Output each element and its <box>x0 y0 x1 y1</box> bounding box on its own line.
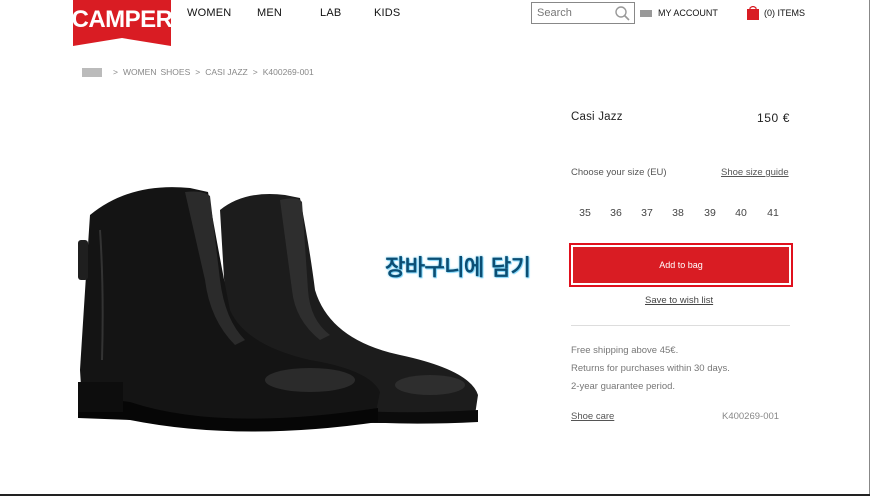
size-option[interactable]: 35 <box>573 207 597 219</box>
add-to-cart-annotation: 장바구니에 담기 <box>385 256 531 281</box>
size-option[interactable]: 41 <box>761 207 785 219</box>
shoe-care-link[interactable]: Shoe care <box>571 411 614 422</box>
product-name: Casi Jazz <box>571 111 623 123</box>
add-to-bag-button[interactable]: Add to bag <box>573 247 789 283</box>
size-option[interactable]: 39 <box>698 207 722 219</box>
breadcrumb-casi-jazz[interactable]: CASI JAZZ <box>205 67 248 77</box>
product-reference: K400269-001 <box>722 411 780 422</box>
product-image <box>78 187 478 432</box>
size-option[interactable]: 40 <box>729 207 753 219</box>
my-account-label: MY ACCOUNT <box>658 8 718 18</box>
guarantee-info: 2-year guarantee period. <box>571 381 676 392</box>
breadcrumb-shoes[interactable]: SHOES <box>161 67 191 77</box>
breadcrumb-separator: > <box>252 67 258 77</box>
breadcrumb-reference: K400269-001 <box>262 67 314 77</box>
account-icon <box>640 9 652 17</box>
search-box <box>531 2 635 24</box>
product-price: 150 € <box>756 111 790 125</box>
divider <box>571 325 790 326</box>
save-to-wishlist-link[interactable]: Save to wish list <box>645 295 713 306</box>
breadcrumb-separator: > <box>195 67 201 77</box>
breadcrumb-separator: > <box>113 67 118 77</box>
breadcrumb-women[interactable]: WOMEN <box>123 67 157 77</box>
size-option[interactable]: 38 <box>666 207 690 219</box>
size-label: Choose your size (EU) <box>571 167 667 178</box>
search-icon[interactable] <box>614 5 631 22</box>
nav-men[interactable]: MEN <box>257 7 282 19</box>
nav-lab[interactable]: LAB <box>320 7 341 19</box>
breadcrumb: > WOMEN SHOES > CASI JAZZ > K400269-001 <box>82 67 314 77</box>
bag-count-label: (0) ITEMS <box>764 8 806 18</box>
home-icon[interactable] <box>82 67 102 77</box>
size-option[interactable]: 36 <box>604 207 628 219</box>
size-option[interactable]: 37 <box>635 207 659 219</box>
bag-link[interactable]: (0) ITEMS <box>746 6 805 20</box>
search-input[interactable] <box>537 4 615 22</box>
shipping-info: Free shipping above 45€. <box>571 345 679 356</box>
nav-women[interactable]: WOMEN <box>187 7 231 19</box>
logo-text: CAMPER <box>73 6 171 33</box>
returns-info: Returns for purchases within 30 days. <box>571 363 730 374</box>
size-guide-link[interactable]: Shoe size guide <box>721 167 789 178</box>
my-account-link[interactable]: MY ACCOUNT <box>640 8 718 18</box>
shopping-bag-icon <box>747 6 759 20</box>
camper-logo[interactable]: CAMPER <box>73 0 171 46</box>
nav-kids[interactable]: KIDS <box>374 7 400 19</box>
